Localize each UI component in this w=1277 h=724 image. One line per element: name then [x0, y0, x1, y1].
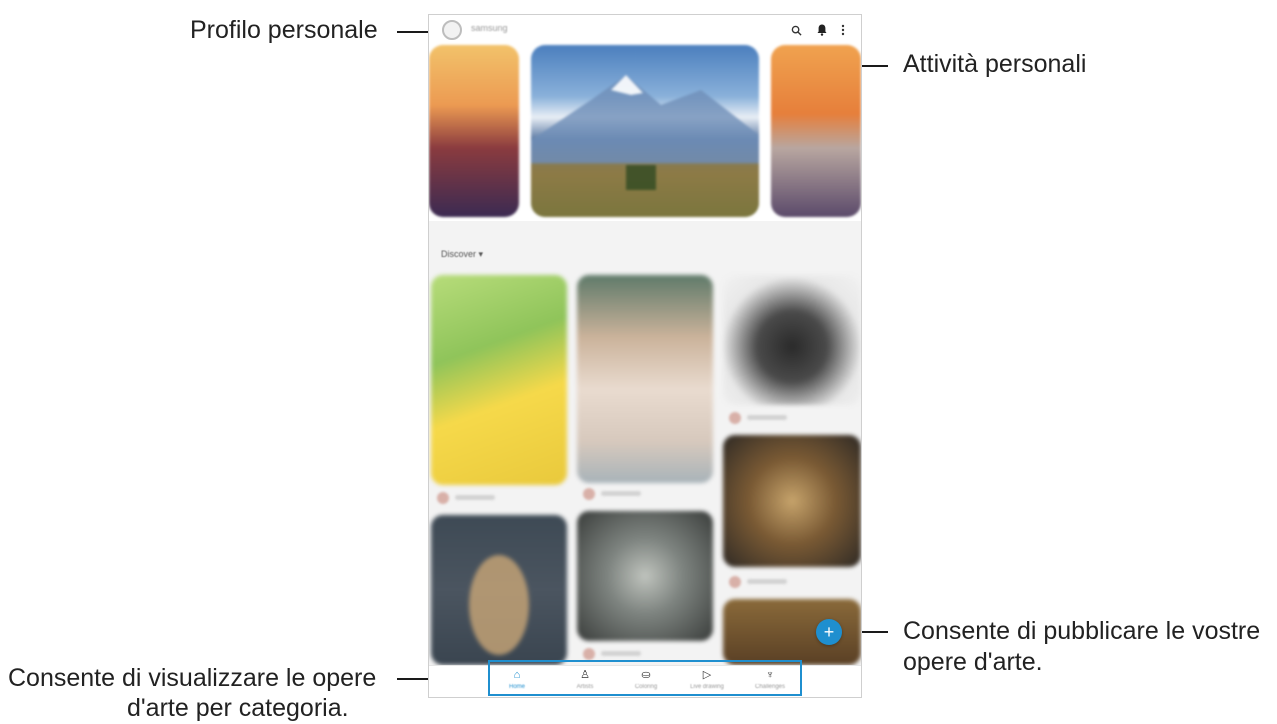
artwork-tile[interactable]	[723, 275, 861, 405]
artwork-meta	[729, 575, 849, 589]
username: samsung	[471, 23, 508, 33]
artwork-meta	[729, 411, 849, 425]
search-icon[interactable]	[787, 21, 805, 39]
add-artwork-button[interactable]: +	[816, 619, 842, 645]
top-bar: samsung	[429, 15, 861, 45]
artwork-tile[interactable]	[431, 275, 567, 485]
artwork-meta	[583, 487, 703, 501]
callout-categories-1: Consente di visualizzare le opere	[8, 664, 377, 692]
featured-card[interactable]	[531, 45, 759, 217]
artwork-tile[interactable]	[577, 511, 713, 641]
artwork-tile[interactable]	[431, 515, 567, 665]
callout-categories-2: d'arte per categoria.	[127, 694, 349, 722]
category-nav-highlight	[488, 660, 802, 696]
featured-card[interactable]	[429, 45, 519, 217]
artwork-tile[interactable]	[723, 435, 861, 567]
discover-section: Discover ▾	[429, 221, 861, 665]
callout-publish-1: Consente di pubblicare le vostre	[903, 617, 1261, 645]
artwork-meta	[437, 491, 557, 505]
callout-activities: Attività personali	[903, 50, 1087, 78]
featured-card[interactable]	[771, 45, 861, 217]
artwork-meta	[583, 647, 703, 661]
profile-avatar[interactable]	[442, 20, 462, 40]
discover-filter[interactable]: Discover ▾	[441, 249, 483, 260]
artwork-tile[interactable]	[577, 275, 713, 483]
bell-icon[interactable]	[813, 21, 831, 39]
featured-carousel[interactable]	[429, 45, 861, 221]
callout-publish-2: opere d'arte.	[903, 648, 1043, 676]
more-icon[interactable]	[834, 21, 852, 39]
app-screen: samsung Discover ▾ + ⌂ Home ♙ Artists ⛀ …	[428, 14, 862, 698]
callout-profile: Profilo personale	[190, 16, 378, 44]
